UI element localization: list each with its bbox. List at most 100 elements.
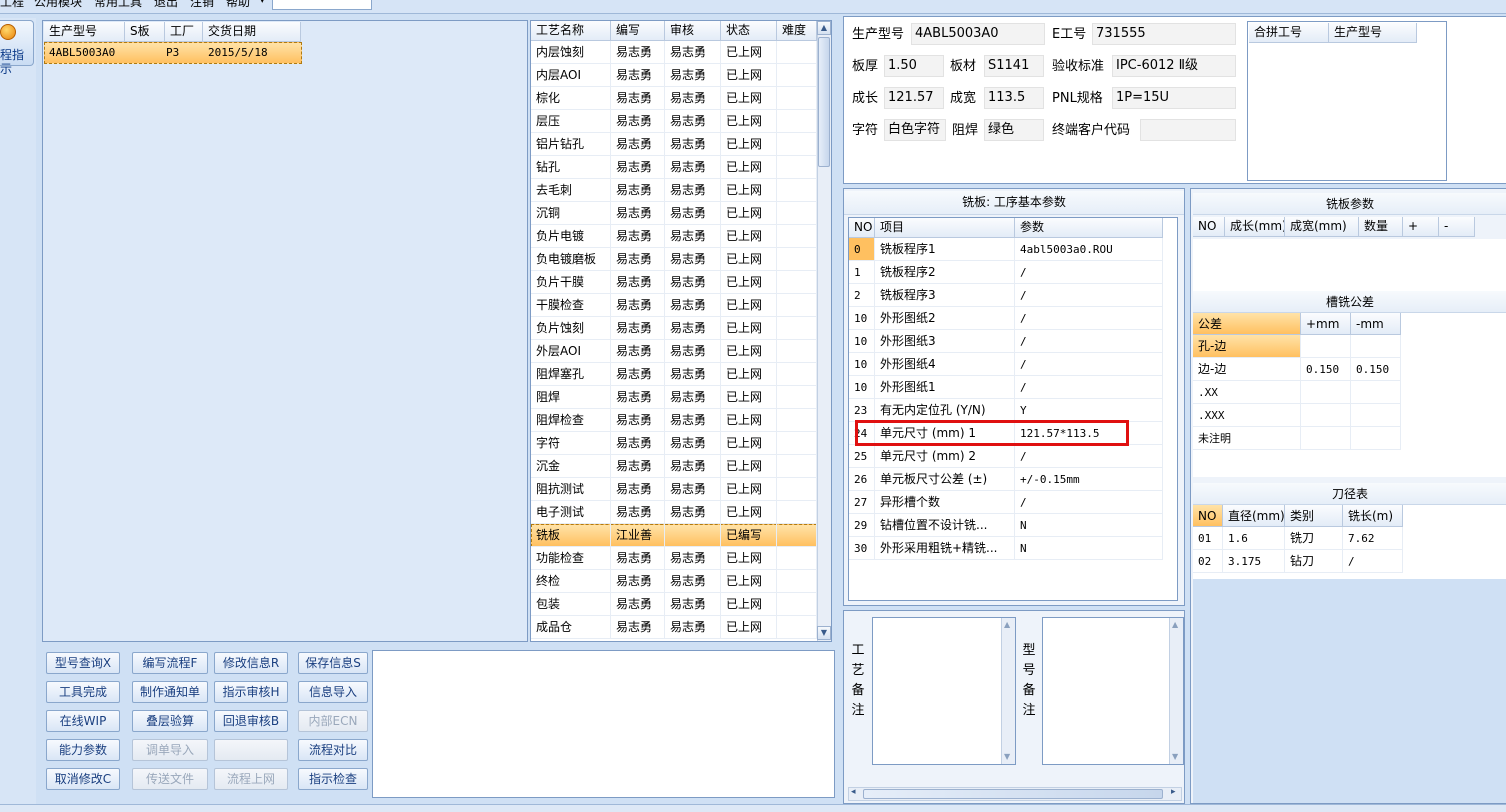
menu-item-help[interactable]: 帮助 <box>226 0 250 9</box>
action-button[interactable]: 叠层验算 <box>132 710 208 732</box>
action-button[interactable]: 修改信息R <box>214 652 288 674</box>
message-area[interactable] <box>372 650 835 798</box>
label-solder-mask: 阻焊 <box>952 123 979 138</box>
tool-cell: 铣刀 <box>1285 527 1343 550</box>
slot-tol-col[interactable]: +mm <box>1301 313 1351 335</box>
action-button[interactable] <box>214 739 288 761</box>
milling-cell: +/-0.15mm <box>1015 468 1163 491</box>
board-param-col[interactable]: - <box>1439 217 1475 237</box>
process-notes-input[interactable]: ▲ ▼ <box>872 617 1016 765</box>
process-guide-button[interactable]: 程指示 <box>0 20 34 76</box>
action-button[interactable]: 流程上网 <box>214 768 288 790</box>
model-notes-input[interactable]: ▲ ▼ <box>1042 617 1184 765</box>
process-cell: 沉金 <box>531 455 611 478</box>
board-param-col[interactable]: 成宽(mm) <box>1285 217 1359 237</box>
action-button[interactable]: 保存信息S <box>298 652 368 674</box>
board-param-col[interactable]: 成长(mm) <box>1225 217 1285 237</box>
milling-cell: 单元尺寸 (mm) 2 <box>875 445 1015 468</box>
field-width[interactable]: 113.5 <box>984 87 1044 109</box>
milling-cell: / <box>1015 445 1163 468</box>
action-button[interactable]: 在线WIP <box>46 710 120 732</box>
field-character[interactable]: 白色字符 <box>884 119 946 141</box>
order-cell-model: 4ABL5003A0 <box>49 46 116 59</box>
scroll-down-icon[interactable]: ▼ <box>1172 752 1178 761</box>
merge-col-job[interactable]: 合拼工号 <box>1249 23 1329 43</box>
menu-item-common-modules[interactable]: 公用模块 <box>34 0 82 9</box>
action-button[interactable]: 型号查询X <box>46 652 120 674</box>
milling-col-item[interactable]: 项目 <box>875 218 1015 238</box>
process-scrollbar[interactable]: ▲ ▼ <box>817 21 831 641</box>
process-col-reviewer[interactable]: 审核 <box>665 21 721 41</box>
action-button[interactable]: 内部ECN <box>298 710 368 732</box>
slot-tol-col[interactable]: 公差 <box>1193 313 1301 335</box>
process-cell <box>777 501 817 524</box>
notes-hscrollbar[interactable]: ◂ ▸ <box>848 787 1182 801</box>
help-dropdown-icon[interactable]: ▾ <box>260 0 265 8</box>
scroll-up-icon[interactable]: ▲ <box>1172 620 1178 629</box>
field-pnl[interactable]: 1P=15U <box>1112 87 1236 109</box>
action-button[interactable]: 编写流程F <box>132 652 208 674</box>
process-cell: 易志勇 <box>665 478 721 501</box>
process-cell: 已编写 <box>721 524 777 547</box>
order-col-model[interactable]: 生产型号 <box>44 22 125 42</box>
model-notes-scrollbar[interactable]: ▲ ▼ <box>1169 618 1183 764</box>
menu-combo-box[interactable] <box>272 0 372 10</box>
process-col-difficulty[interactable]: 难度 <box>777 21 817 41</box>
scroll-up-icon[interactable]: ▲ <box>817 21 831 35</box>
board-param-col[interactable]: 数量 <box>1359 217 1403 237</box>
field-end-customer[interactable] <box>1140 119 1236 141</box>
process-cell: 已上网 <box>721 179 777 202</box>
action-button[interactable]: 制作通知单 <box>132 681 208 703</box>
process-cell: 已上网 <box>721 409 777 432</box>
board-param-col[interactable]: NO <box>1193 217 1225 237</box>
process-col-status[interactable]: 状态 <box>721 21 777 41</box>
scroll-left-icon[interactable]: ◂ <box>851 787 856 797</box>
board-param-col[interactable]: + <box>1403 217 1439 237</box>
process-cell: 内层蚀刻 <box>531 41 611 64</box>
scroll-up-icon[interactable]: ▲ <box>1004 620 1010 629</box>
merge-col-model[interactable]: 生产型号 <box>1329 23 1417 43</box>
action-button[interactable]: 工具完成 <box>46 681 120 703</box>
scroll-right-icon[interactable]: ▸ <box>1171 787 1176 797</box>
tool-col[interactable]: 类别 <box>1285 505 1343 527</box>
action-button[interactable]: 信息导入 <box>298 681 368 703</box>
tool-col[interactable]: 铣长(m) <box>1343 505 1403 527</box>
action-button[interactable]: 指示审核H <box>214 681 288 703</box>
milling-col-param[interactable]: 参数 <box>1015 218 1163 238</box>
milling-cell: / <box>1015 376 1163 399</box>
action-button[interactable]: 指示检查 <box>298 768 368 790</box>
order-col-date[interactable]: 交货日期 <box>203 22 301 42</box>
highlight-box <box>855 420 1129 446</box>
process-cell: 易志勇 <box>665 64 721 87</box>
menu-item-logout[interactable]: 注销 <box>190 0 214 9</box>
process-scroll-thumb[interactable] <box>818 37 830 167</box>
field-length[interactable]: 121.57 <box>884 87 944 109</box>
field-thickness[interactable]: 1.50 <box>884 55 944 77</box>
tool-col[interactable]: 直径(mm) <box>1223 505 1285 527</box>
action-button[interactable]: 取消修改C <box>46 768 120 790</box>
slot-tol-col[interactable]: -mm <box>1351 313 1401 335</box>
action-button[interactable]: 传送文件 <box>132 768 208 790</box>
tool-col[interactable]: NO <box>1193 505 1223 527</box>
scroll-down-icon[interactable]: ▼ <box>1004 752 1010 761</box>
process-notes-scrollbar[interactable]: ▲ ▼ <box>1001 618 1015 764</box>
action-button[interactable]: 回退审核B <box>214 710 288 732</box>
action-button[interactable]: 调单导入 <box>132 739 208 761</box>
order-col-s[interactable]: S板 <box>125 22 165 42</box>
field-e-no[interactable]: 731555 <box>1092 23 1236 45</box>
process-col-name[interactable]: 工艺名称 <box>531 21 611 41</box>
milling-col-no[interactable]: NO <box>849 218 875 238</box>
menu-item-tools[interactable]: 常用工具 <box>94 0 142 9</box>
scroll-down-icon[interactable]: ▼ <box>817 626 831 640</box>
order-col-factory[interactable]: 工厂 <box>165 22 203 42</box>
field-standard[interactable]: IPC-6012 Ⅱ级 <box>1112 55 1236 77</box>
field-material[interactable]: S1141 <box>984 55 1044 77</box>
action-button[interactable]: 能力参数 <box>46 739 120 761</box>
notes-hscroll-thumb[interactable] <box>863 789 1163 799</box>
menu-item-project[interactable]: 工程 <box>0 0 24 9</box>
field-solder-mask[interactable]: 绿色 <box>984 119 1044 141</box>
menu-item-exit[interactable]: 退出 <box>154 0 178 9</box>
field-model[interactable]: 4ABL5003A0 <box>911 23 1045 45</box>
process-col-writer[interactable]: 编写 <box>611 21 665 41</box>
action-button[interactable]: 流程对比 <box>298 739 368 761</box>
